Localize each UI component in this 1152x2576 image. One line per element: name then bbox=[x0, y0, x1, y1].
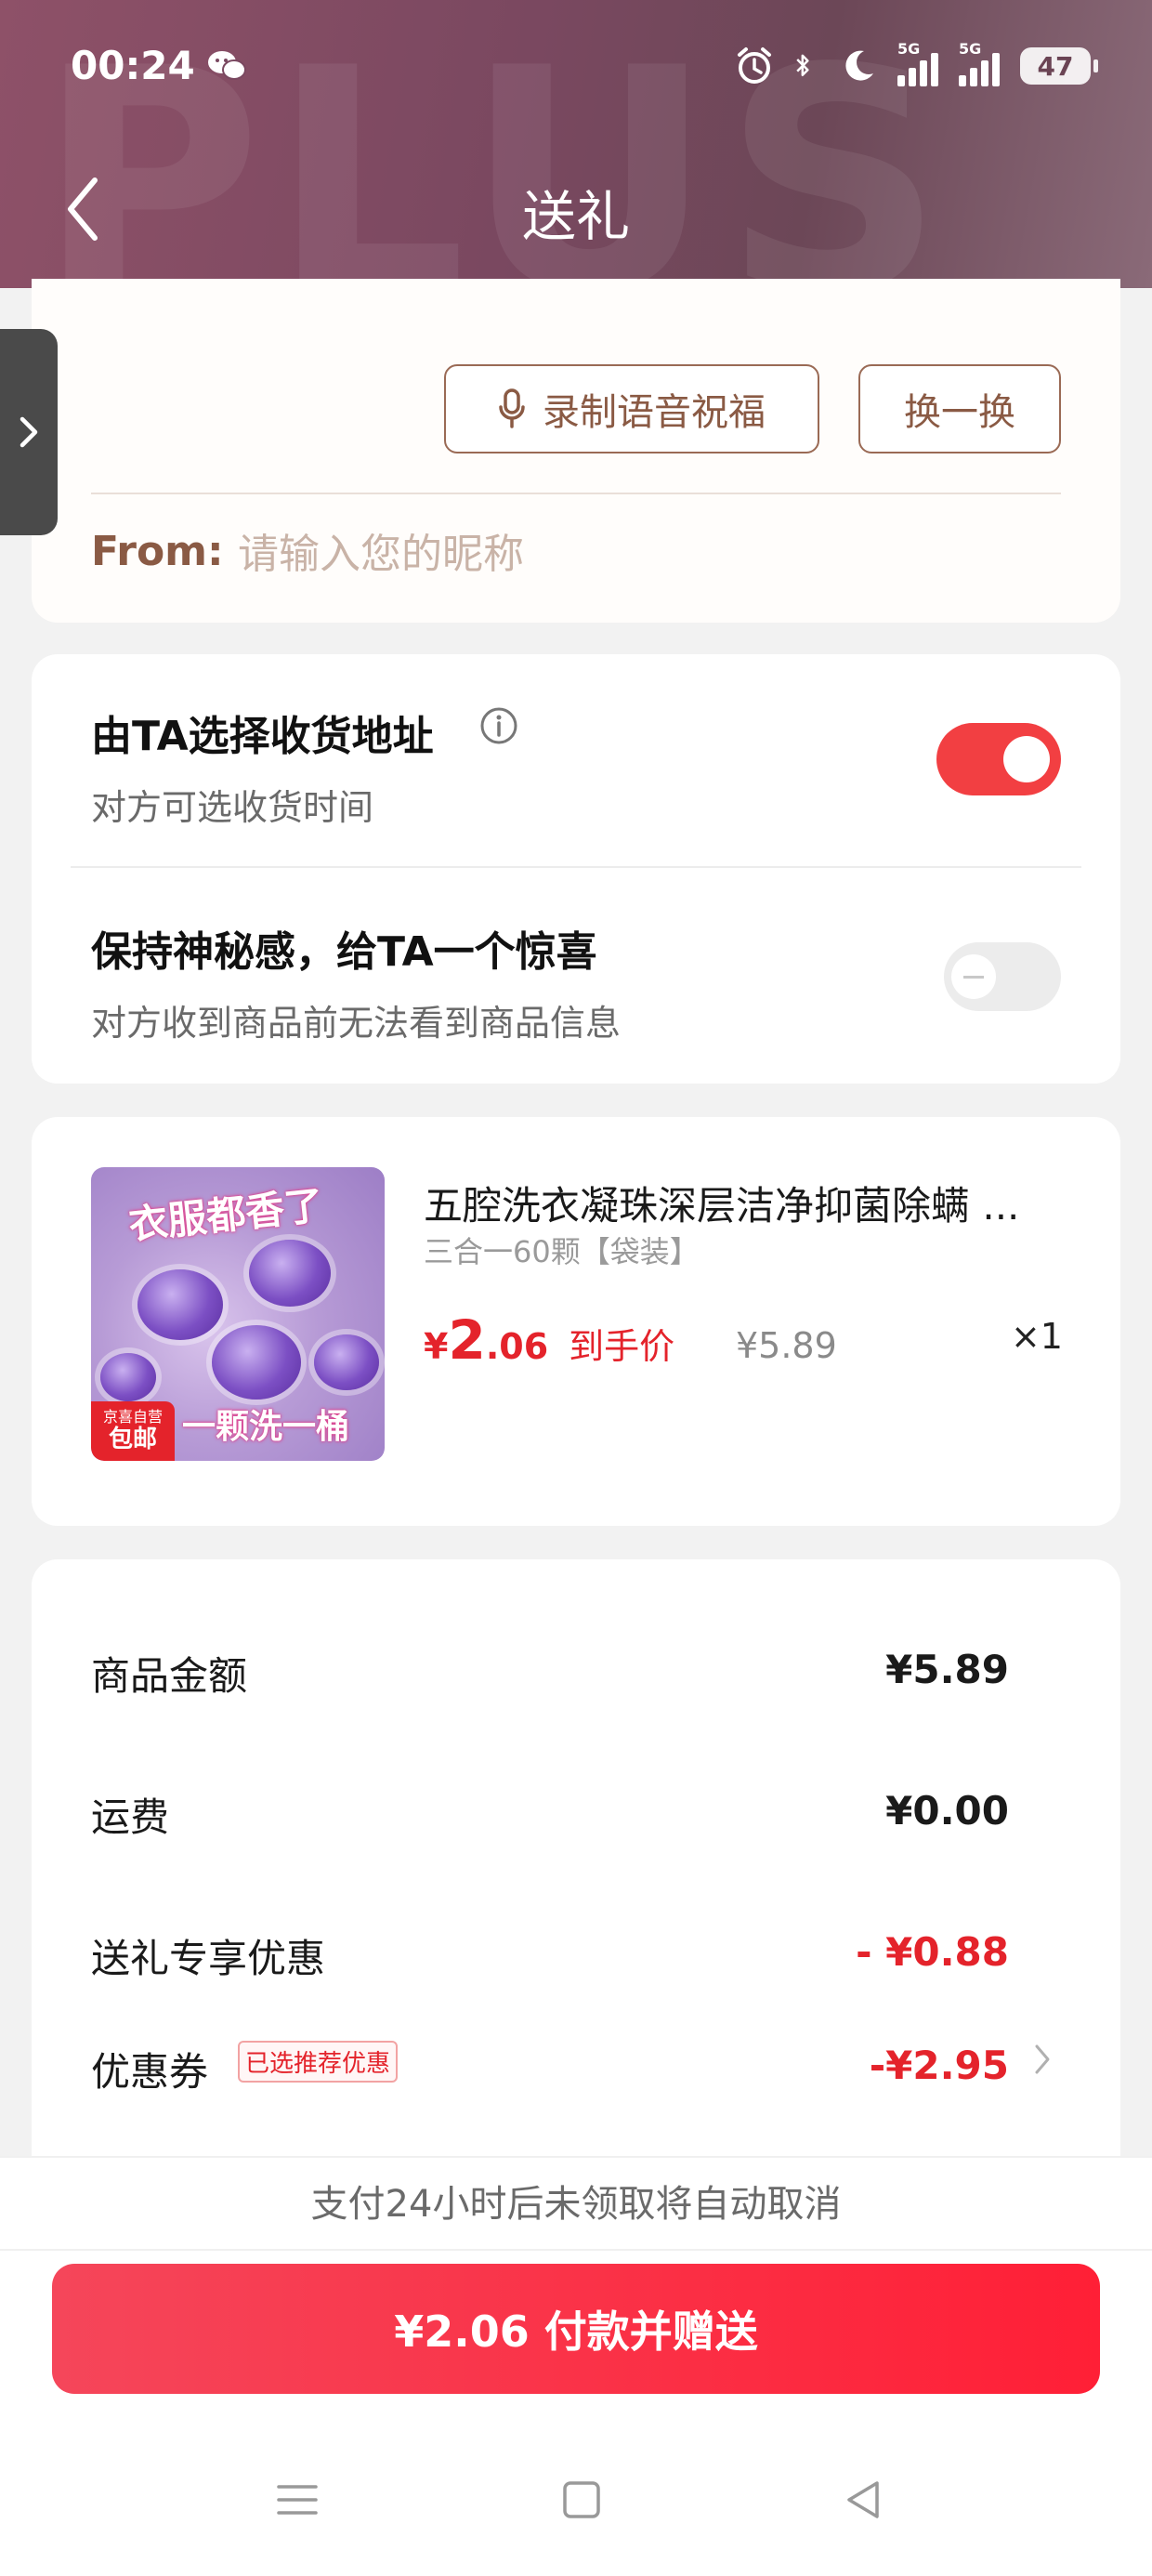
alarm-icon bbox=[738, 47, 771, 84]
image-caption-bottom: 一颗洗一桶 bbox=[182, 1408, 350, 1446]
goods-amount-value: ¥5.89 bbox=[885, 1647, 1009, 1692]
shipping-label: 运费 bbox=[91, 1794, 170, 1840]
bottom-bar: ¥2.06 付款并赠送 bbox=[0, 2251, 1152, 2576]
swap-label: 换一换 bbox=[904, 391, 1015, 434]
moon-icon bbox=[845, 50, 873, 81]
product-card: 衣服都香了 一颗洗一桶 京喜自营 包邮 五腔洗衣凝珠深层洁净抑菌除螨 ... 三… bbox=[32, 1117, 1120, 1526]
mystery-option-title: 保持神秘感，给TA一个惊喜 bbox=[91, 928, 597, 976]
coupon-chevron-icon[interactable] bbox=[1031, 2039, 1055, 2080]
swap-button[interactable]: 换一换 bbox=[858, 364, 1061, 453]
auto-cancel-notice: 支付24小时后未领取将自动取消 bbox=[0, 2156, 1152, 2251]
info-icon[interactable] bbox=[479, 706, 518, 745]
status-time: 00:24 bbox=[71, 43, 195, 88]
gift-discount-label: 送礼专享优惠 bbox=[91, 1936, 326, 1981]
mystery-option-subtitle: 对方收到商品前无法看到商品信息 bbox=[91, 1003, 622, 1044]
divider bbox=[71, 866, 1081, 868]
battery-icon: 47 bbox=[1020, 47, 1098, 85]
header: PLUS 00:24 5G 5G 47 送礼 bbox=[0, 0, 1152, 288]
gift-options-card: 由TA选择收货地址 对方可选收货时间 保持神秘感，给TA一个惊喜 对方收到商品前… bbox=[32, 654, 1120, 1084]
greeting-card: 录制语音祝福 换一换 From: bbox=[32, 279, 1120, 623]
coupon-recommended-tag: 已选推荐优惠 bbox=[238, 2041, 399, 2083]
page-title: 送礼 bbox=[521, 185, 630, 248]
shipping-badge: 京喜自营 包邮 bbox=[91, 1401, 175, 1461]
status-bar: 00:24 5G 5G 47 bbox=[0, 0, 1152, 139]
product-image[interactable]: 衣服都香了 一颗洗一桶 京喜自营 包邮 bbox=[91, 1167, 385, 1461]
coupon-value[interactable]: -¥2.95 bbox=[870, 2043, 1009, 2088]
gift-discount-value: - ¥0.88 bbox=[856, 1929, 1009, 1975]
back-triangle-icon[interactable] bbox=[836, 2472, 892, 2528]
bluetooth-icon bbox=[796, 54, 809, 77]
product-spec: 三合一60颗【袋装】 bbox=[424, 1234, 700, 1269]
shipping-value: ¥0.00 bbox=[885, 1788, 1009, 1833]
nickname-input[interactable] bbox=[238, 522, 1037, 585]
from-label: From: bbox=[91, 528, 224, 575]
record-voice-label: 录制语音祝福 bbox=[543, 391, 766, 434]
menu-icon[interactable] bbox=[269, 2472, 325, 2528]
price-summary-card: 商品金额 ¥5.89 运费 ¥0.00 送礼专享优惠 - ¥0.88 优惠券 已… bbox=[32, 1559, 1120, 2173]
pay-and-gift-button[interactable]: ¥2.06 付款并赠送 bbox=[52, 2264, 1100, 2394]
coupon-label[interactable]: 优惠券 bbox=[91, 2041, 208, 2097]
microphone-icon bbox=[499, 388, 525, 428]
home-square-icon[interactable] bbox=[554, 2472, 609, 2528]
divider bbox=[91, 493, 1061, 494]
signal-5g-icon-2: 5G bbox=[959, 40, 1000, 86]
system-navigation bbox=[0, 2455, 1152, 2548]
goods-amount-label: 商品金额 bbox=[91, 1653, 248, 1699]
mystery-toggle[interactable] bbox=[944, 942, 1061, 1011]
quantity: ×1 bbox=[1010, 1316, 1063, 1357]
wechat-icon bbox=[208, 51, 246, 80]
side-expand-tab[interactable] bbox=[0, 329, 58, 535]
chevron-right-icon bbox=[20, 416, 38, 448]
final-price: ¥ 2 .06 到手价 bbox=[424, 1308, 675, 1372]
address-toggle[interactable] bbox=[936, 723, 1061, 795]
signal-5g-icon: 5G bbox=[897, 40, 938, 86]
record-voice-button[interactable]: 录制语音祝福 bbox=[444, 364, 819, 453]
address-option-subtitle: 对方可选收货时间 bbox=[91, 787, 374, 828]
original-price: ¥5.89 bbox=[736, 1325, 837, 1366]
product-title[interactable]: 五腔洗衣凝珠深层洁净抑菌除螨 ... bbox=[424, 1175, 1093, 1231]
battery-level: 47 bbox=[1037, 50, 1074, 82]
address-option-title: 由TA选择收货地址 bbox=[91, 713, 434, 760]
